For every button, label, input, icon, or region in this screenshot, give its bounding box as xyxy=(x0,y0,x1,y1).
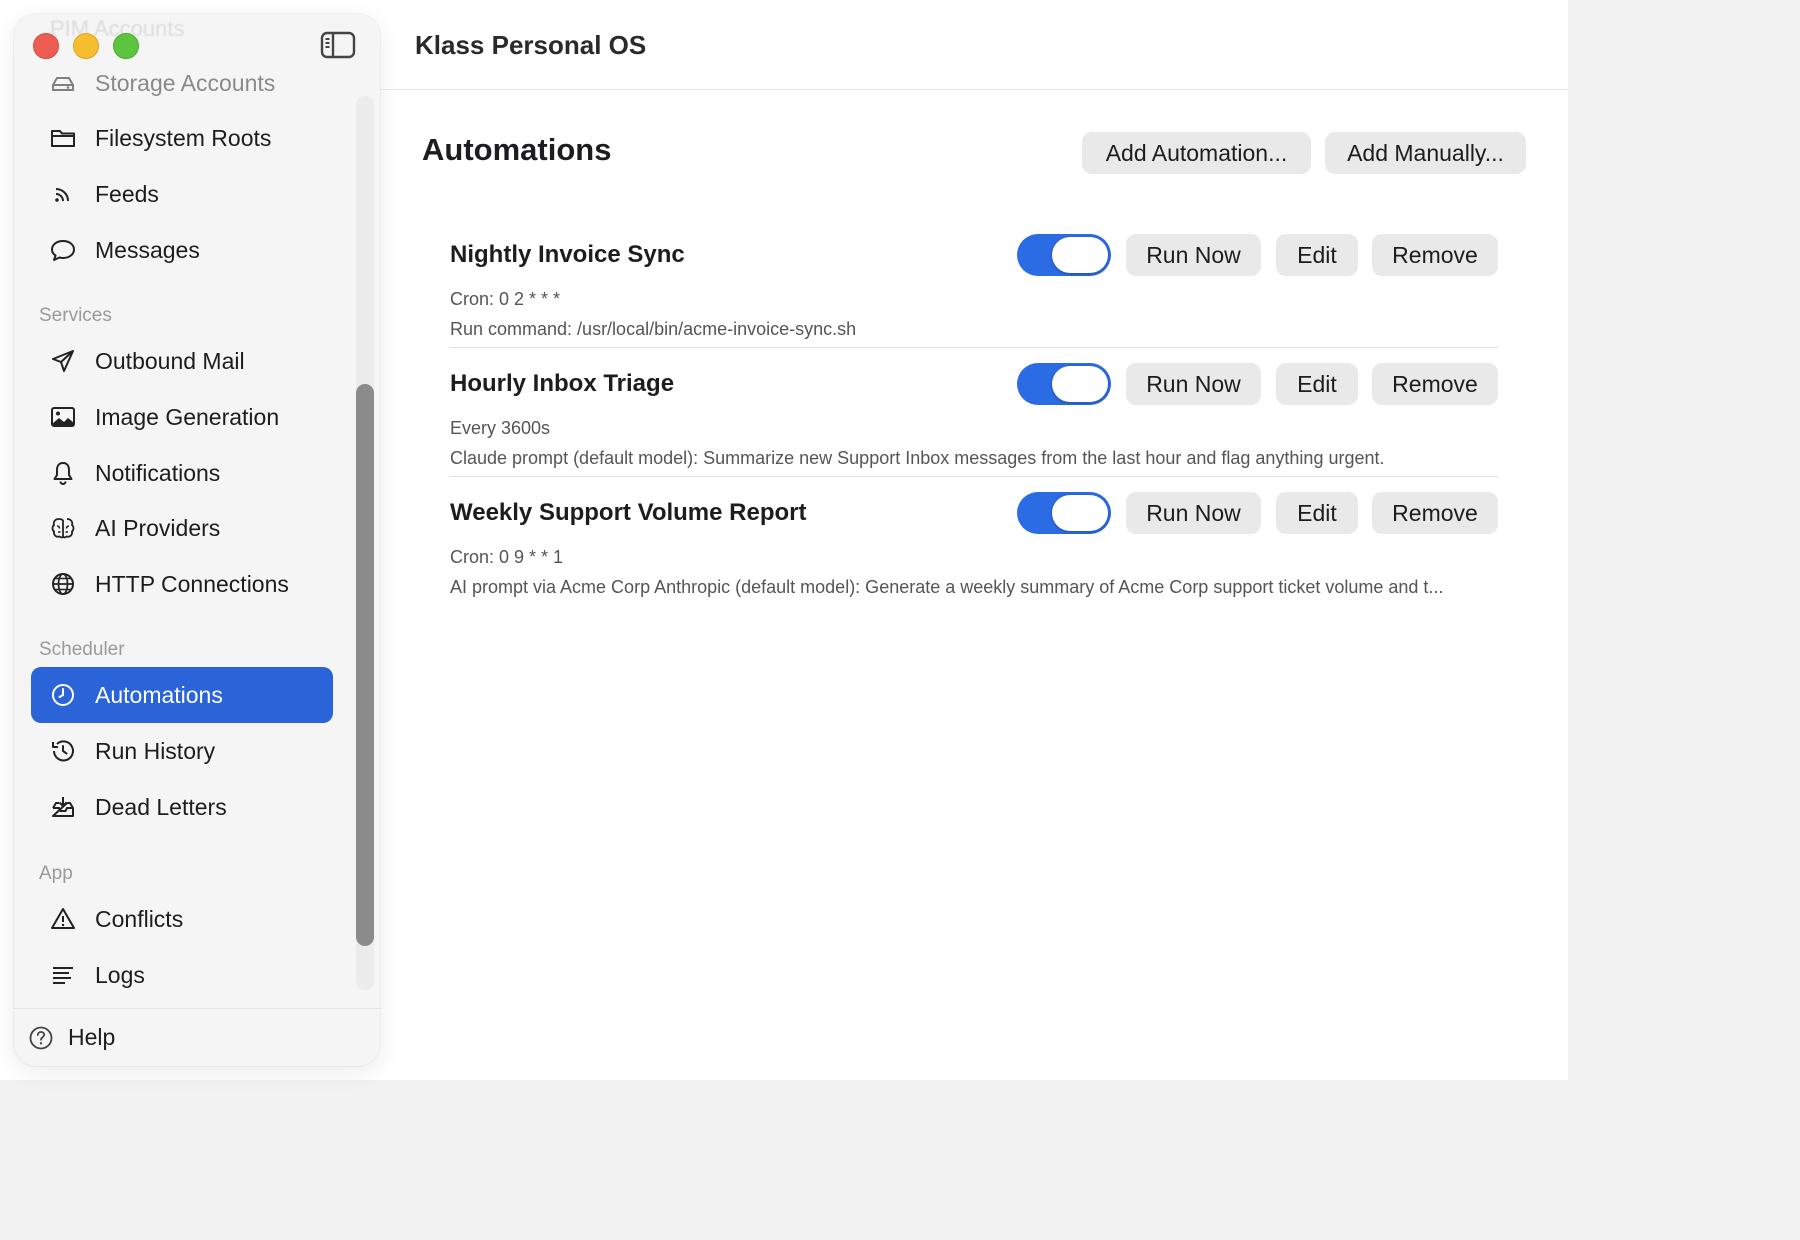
inbox-tray-icon xyxy=(31,793,95,821)
storage-icon xyxy=(31,69,95,97)
sidebar-item-label: Dead Letters xyxy=(95,793,227,820)
edit-button[interactable]: Edit xyxy=(1276,363,1358,405)
sidebar-item-image-generation[interactable]: Image Generation xyxy=(31,389,333,445)
remove-button[interactable]: Remove xyxy=(1372,492,1498,534)
sidebar-item-label: Run History xyxy=(95,737,216,764)
sidebar-item-label: Notifications xyxy=(95,459,221,486)
help-button[interactable]: Help xyxy=(14,1008,380,1066)
section-header-scheduler: Scheduler xyxy=(39,639,125,660)
sidebar-item-http-connections[interactable]: HTTP Connections xyxy=(31,556,333,612)
toggle-knob xyxy=(1052,237,1108,273)
automation-schedule: Cron: 0 2 * * * xyxy=(450,289,561,309)
sidebar-item-logs[interactable]: Logs xyxy=(31,947,333,1003)
section-header-app: App xyxy=(39,863,73,884)
page-title: Automations xyxy=(422,132,612,167)
globe-icon xyxy=(31,570,95,598)
row-divider xyxy=(450,476,1498,477)
lines-icon xyxy=(31,961,95,989)
automation-name: Hourly Inbox Triage xyxy=(450,370,675,397)
help-label: Help xyxy=(68,1024,116,1050)
section-header-services: Services xyxy=(39,305,112,326)
sidebar-item-automations[interactable]: Automations xyxy=(31,667,333,723)
bell-icon xyxy=(31,459,95,487)
sidebar-item-label: HTTP Connections xyxy=(95,570,289,597)
image-icon xyxy=(31,403,95,431)
edit-button[interactable]: Edit xyxy=(1276,234,1358,276)
sidebar-item-label: Feeds xyxy=(95,180,159,207)
clock-icon xyxy=(31,681,95,709)
sidebar-item-label: Storage Accounts xyxy=(95,69,276,96)
rss-icon xyxy=(31,180,95,208)
automation-description: Run command: /usr/local/bin/acme-invoice… xyxy=(450,319,857,339)
sidebar-item-label: Conflicts xyxy=(95,905,184,932)
titlebar: Klass Personal OS xyxy=(380,0,1568,90)
add-manually-button[interactable]: Add Manually... xyxy=(1325,132,1526,174)
sidebar-item-dead-letters[interactable]: Dead Letters xyxy=(31,779,333,835)
row-divider xyxy=(450,347,1498,348)
automation-name: Nightly Invoice Sync xyxy=(450,241,685,268)
automation-enabled-toggle[interactable] xyxy=(1017,492,1111,534)
sidebar-item-feeds[interactable]: Feeds xyxy=(31,166,333,222)
sidebar-item-filesystem-roots[interactable]: Filesystem Roots xyxy=(31,110,333,166)
automation-schedule: Cron: 0 9 * * 1 xyxy=(450,547,564,567)
sidebar: PIM Accounts Storage Accounts Filesystem… xyxy=(14,14,380,1066)
help-icon xyxy=(14,1025,68,1051)
automation-schedule: Every 3600s xyxy=(450,418,551,438)
sidebar-item-label: Automations xyxy=(95,681,223,708)
sidebar-item-label: Image Generation xyxy=(95,403,280,430)
brain-icon xyxy=(31,514,95,542)
automation-description: AI prompt via Acme Corp Anthropic (defau… xyxy=(450,577,1444,597)
edit-button[interactable]: Edit xyxy=(1276,492,1358,534)
sidebar-item-ai-providers[interactable]: AI Providers xyxy=(31,500,333,556)
sidebar-item-label: Logs xyxy=(95,961,145,988)
sidebar-item-label: Messages xyxy=(95,236,200,263)
run-now-button[interactable]: Run Now xyxy=(1126,234,1261,276)
automation-enabled-toggle[interactable] xyxy=(1017,363,1111,405)
toggle-knob xyxy=(1052,495,1108,531)
sidebar-item-storage-accounts[interactable]: Storage Accounts xyxy=(31,55,333,111)
history-icon xyxy=(31,737,95,765)
sidebar-item-conflicts[interactable]: Conflicts xyxy=(31,891,333,947)
folder-icon xyxy=(31,124,95,152)
automation-description: Claude prompt (default model): Summarize… xyxy=(450,448,1385,468)
sidebar-scrollbar-thumb[interactable] xyxy=(356,384,374,946)
sidebar-item-messages[interactable]: Messages xyxy=(31,222,333,278)
sidebar-item-notifications[interactable]: Notifications xyxy=(31,445,333,501)
message-bubble-icon xyxy=(31,236,95,264)
run-now-button[interactable]: Run Now xyxy=(1126,492,1261,534)
toggle-knob xyxy=(1052,366,1108,402)
sidebar-item-label: Filesystem Roots xyxy=(95,124,272,151)
remove-button[interactable]: Remove xyxy=(1372,234,1498,276)
app-window: PIM Accounts Storage Accounts Filesystem… xyxy=(0,0,1568,1080)
automation-name: Weekly Support Volume Report xyxy=(450,499,807,526)
sidebar-item-label: AI Providers xyxy=(95,514,221,541)
warning-icon xyxy=(31,905,95,933)
add-automation-button[interactable]: Add Automation... xyxy=(1082,132,1311,174)
sidebar-item-label: Outbound Mail xyxy=(95,347,245,374)
sidebar-item-outbound-mail[interactable]: Outbound Mail xyxy=(31,333,333,389)
app-title: Klass Personal OS xyxy=(415,30,647,60)
remove-button[interactable]: Remove xyxy=(1372,363,1498,405)
sidebar-item-run-history[interactable]: Run History xyxy=(31,723,333,779)
paper-plane-icon xyxy=(31,347,95,375)
run-now-button[interactable]: Run Now xyxy=(1126,363,1261,405)
automation-enabled-toggle[interactable] xyxy=(1017,234,1111,276)
